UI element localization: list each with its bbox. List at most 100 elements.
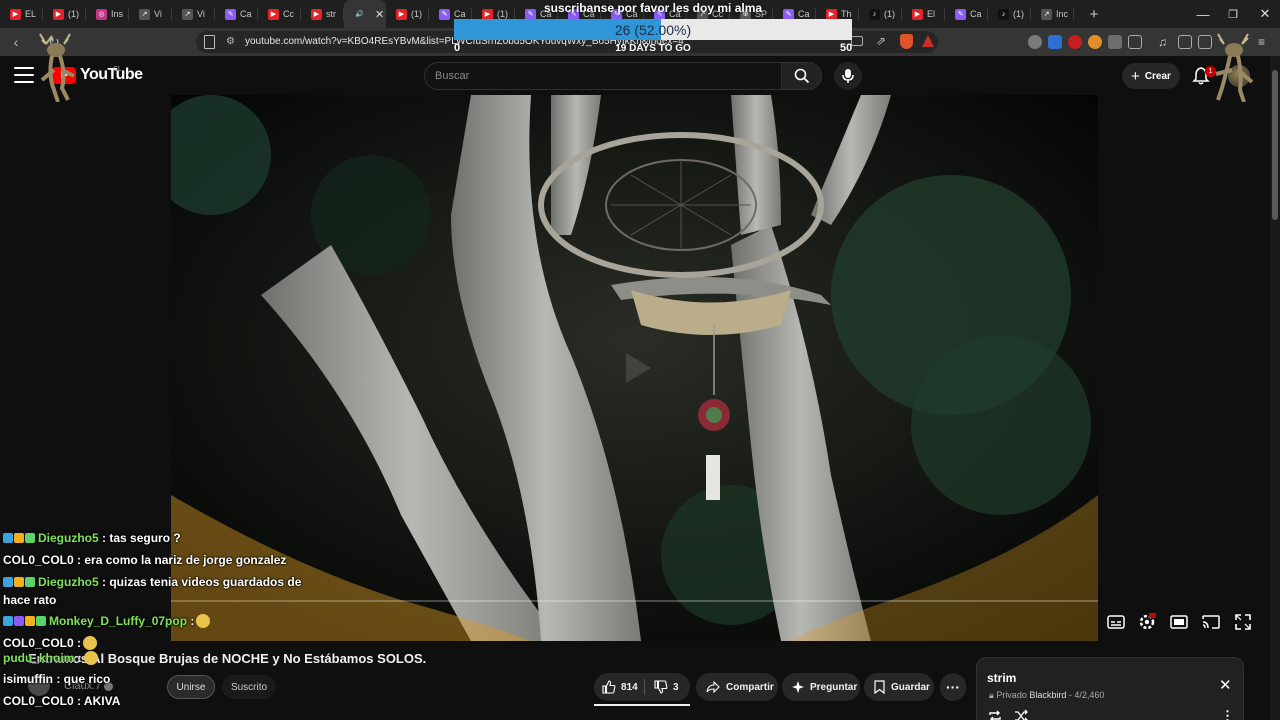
tab-label: str (326, 9, 336, 19)
media-control-icon[interactable]: ♫ (1158, 35, 1172, 49)
chat-text: : era como la nariz de jorge gonzalez (77, 553, 287, 567)
extension-wifi-icon[interactable] (1048, 35, 1062, 49)
chat-badge-icon (25, 577, 35, 587)
browser-tab[interactable]: ✎ Ca (215, 0, 258, 28)
brave-shield-icon[interactable] (900, 34, 913, 49)
chat-username: COL0_COL0 (3, 636, 74, 650)
search-button[interactable] (781, 62, 822, 90)
restore-icon[interactable]: ❐ (1218, 0, 1248, 28)
browser-tab[interactable]: ▶ str (301, 0, 344, 28)
create-label: Crear (1144, 70, 1171, 82)
site-info-icon[interactable]: ⚙ (226, 36, 235, 47)
close-playlist-icon[interactable]: ✕ (1219, 676, 1232, 694)
browser-tab[interactable]: ▶ Cc (258, 0, 301, 28)
close-tab-icon[interactable]: ✕ (375, 8, 384, 21)
screenshot-icon[interactable] (1128, 35, 1142, 49)
pip-icon[interactable] (851, 36, 863, 46)
tab-label: (1) (1013, 9, 1024, 19)
browser-tab[interactable]: ▶ (1) (386, 0, 429, 28)
tab-favicon-icon: ▶ (53, 8, 64, 20)
miniplayer-icon[interactable] (1170, 613, 1188, 631)
more-actions-button[interactable]: ··· (940, 673, 966, 701)
ask-label: Preguntar (810, 681, 858, 693)
goal-max: 50 (840, 42, 853, 54)
chat-message: isimuffin : que rico (3, 672, 110, 686)
settings-gear-icon[interactable] (1138, 613, 1156, 631)
browser-tab[interactable]: ♪ (1) (859, 0, 902, 28)
loop-icon[interactable] (987, 708, 1003, 720)
browser-menu-icon[interactable]: ≡ (1258, 35, 1272, 49)
extensions-puzzle-icon[interactable] (1108, 35, 1122, 49)
browser-tab[interactable]: ↗ Vi (129, 0, 172, 28)
extension-metamask-icon[interactable] (1088, 35, 1102, 49)
playlist-owner[interactable]: Blackbird (1029, 690, 1066, 700)
search-icon (794, 68, 809, 84)
browser-tab[interactable]: ✎ Ca (945, 0, 988, 28)
new-tab-button[interactable]: + (1082, 0, 1106, 28)
close-window-icon[interactable]: ✕ (1250, 0, 1280, 28)
dislike-button[interactable]: 3 (654, 673, 679, 701)
scrollbar-thumb[interactable] (1272, 70, 1278, 220)
goal-progress-text: 26 (52.00%) (614, 22, 692, 38)
tab-favicon-icon: ▶ (10, 8, 21, 20)
video-player[interactable] (171, 95, 1098, 641)
shuffle-icon[interactable] (1013, 708, 1029, 720)
extension-record-icon[interactable] (1068, 35, 1082, 49)
chat-badge-icon (3, 577, 13, 587)
sidebar-toggle-icon[interactable] (1178, 35, 1192, 49)
guide-menu-button[interactable] (14, 67, 34, 83)
minimize-icon[interactable]: — (1188, 0, 1218, 28)
browser-tab[interactable]: ▶ EL (0, 0, 43, 28)
share-button[interactable]: Compartir (696, 673, 778, 701)
browser-tab[interactable]: ↗ Inc (1031, 0, 1074, 28)
tab-favicon-icon: ▶ (311, 8, 322, 20)
browser-tab[interactable]: ♪ (1) (988, 0, 1031, 28)
back-icon[interactable]: ‹ (6, 32, 26, 52)
screen: ▶ EL ▶ (1) ◎ Ins ↗ Vi ↗ Vi ✎ Ca ▶ Cc ▶ str 🔊 ✕ ▶ (1) ✎ Ca ▶ (1)… (0, 0, 1280, 720)
tab-favicon-icon: 🔊 (355, 11, 364, 18)
chat-badge-icon (14, 533, 24, 543)
subscribed-button[interactable]: Suscrito (222, 675, 276, 699)
chat-message: hace rato (3, 593, 56, 607)
fullscreen-icon[interactable] (1234, 613, 1252, 631)
browser-tab[interactable]: ▶ El (902, 0, 945, 28)
playlist-panel: strim 🔒︎ Privado Blackbird - 4/2,460 ✕ ⋮ (976, 657, 1244, 720)
subtitles-icon[interactable] (1107, 613, 1125, 631)
playlist-menu-icon[interactable]: ⋮ (1221, 708, 1237, 720)
goal-title: suscribanse por favor les doy mi alma (543, 1, 763, 15)
tab-favicon-icon: ♪ (998, 8, 1009, 20)
tab-label: (1) (68, 9, 79, 19)
voice-search-button[interactable] (834, 62, 862, 90)
ask-button[interactable]: Preguntar (782, 673, 860, 701)
translate-icon[interactable] (1028, 35, 1042, 49)
brave-rewards-icon[interactable] (922, 35, 934, 47)
chat-badges (3, 533, 35, 543)
share-label: Compartir (726, 681, 774, 693)
create-button[interactable]: + Crear (1122, 63, 1180, 89)
tab-label: (1) (411, 9, 422, 19)
goal-progress-bar: 26 (52.00%) (454, 19, 852, 40)
browser-tab[interactable]: 🔊 ✕ (344, 0, 386, 28)
save-button[interactable]: Guardar (864, 673, 934, 701)
browser-tab[interactable]: ↗ Vi (172, 0, 215, 28)
like-button[interactable]: 814 (602, 673, 638, 701)
thumbs-up-icon (602, 680, 616, 694)
microphone-icon (842, 69, 854, 83)
playlist-title[interactable]: strim (987, 671, 1016, 685)
browser-tab[interactable]: ▶ (1) (43, 0, 86, 28)
page-scrollbar[interactable] (1270, 56, 1280, 720)
search-input[interactable]: Buscar (424, 62, 782, 90)
chat-message: COL0_COL0 : AKIVA (3, 694, 120, 708)
tab-label: Vi (197, 9, 205, 19)
video-progress-bar[interactable] (171, 600, 1098, 602)
share-page-icon[interactable]: ⇗ (876, 34, 886, 48)
browser-tab[interactable]: ◎ Ins (86, 0, 129, 28)
like-divider (644, 679, 645, 695)
bookmark-icon[interactable] (204, 35, 215, 49)
join-button[interactable]: Unirse (167, 675, 215, 699)
tab-favicon-icon: ▶ (912, 8, 923, 20)
chat-badge-icon (36, 616, 46, 626)
cast-icon[interactable] (1202, 613, 1220, 631)
plus-icon: + (1131, 67, 1140, 85)
tab-favicon-icon: ◎ (96, 8, 107, 20)
